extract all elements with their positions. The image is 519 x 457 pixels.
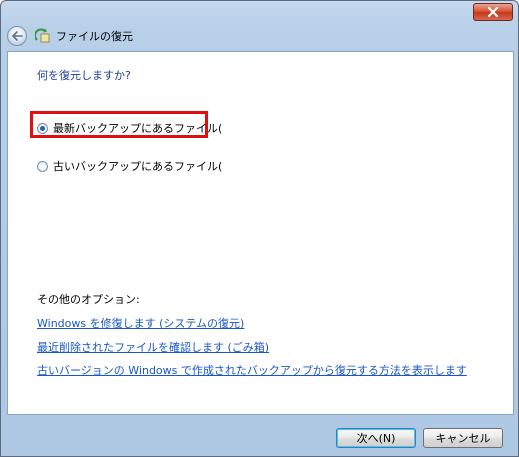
system-restore-link[interactable]: Windows を修復します (システムの復元) — [37, 315, 244, 331]
option-older-backup[interactable]: 古いバックアップにあるファイル( — [37, 158, 222, 174]
radio-selected-dot — [40, 125, 45, 131]
page-heading: 何を復元しますか? — [37, 69, 131, 82]
file-restore-icon — [35, 28, 51, 44]
back-button[interactable] — [7, 26, 27, 46]
title-bar: ファイルの復元 — [7, 23, 512, 49]
main-content: 何を復元しますか? 最新バックアップにあるファイル( 古いバックアップにあるファ… — [7, 51, 514, 415]
window-title: ファイルの復元 — [56, 30, 133, 43]
option-label: 最新バックアップにあるファイル( — [53, 122, 223, 135]
recycle-bin-link[interactable]: 最近削除されたファイルを確認します (ごみ箱) — [37, 339, 269, 355]
button-bar: 次へ(N) キャンセル — [1, 415, 519, 457]
option-latest-backup[interactable]: 最新バックアップにあるファイル( — [37, 120, 222, 136]
radio-latest-backup[interactable] — [37, 122, 48, 134]
radio-older-backup[interactable] — [37, 160, 48, 172]
back-arrow-icon — [12, 31, 23, 41]
close-button[interactable] — [473, 3, 513, 21]
cancel-button[interactable]: キャンセル — [423, 428, 503, 448]
old-backup-help-link[interactable]: 古いバージョンの Windows で作成されたバックアップから復元する方法を表示… — [37, 362, 467, 378]
option-label: 古いバックアップにあるファイル( — [53, 160, 223, 173]
next-button[interactable]: 次へ(N) — [336, 428, 416, 448]
close-icon — [487, 7, 499, 17]
other-options-heading: その他のオプション: — [37, 293, 140, 306]
dialog-window: ファイルの復元 何を復元しますか? 最新バックアップにあるファイル( 古いバック… — [0, 0, 519, 457]
